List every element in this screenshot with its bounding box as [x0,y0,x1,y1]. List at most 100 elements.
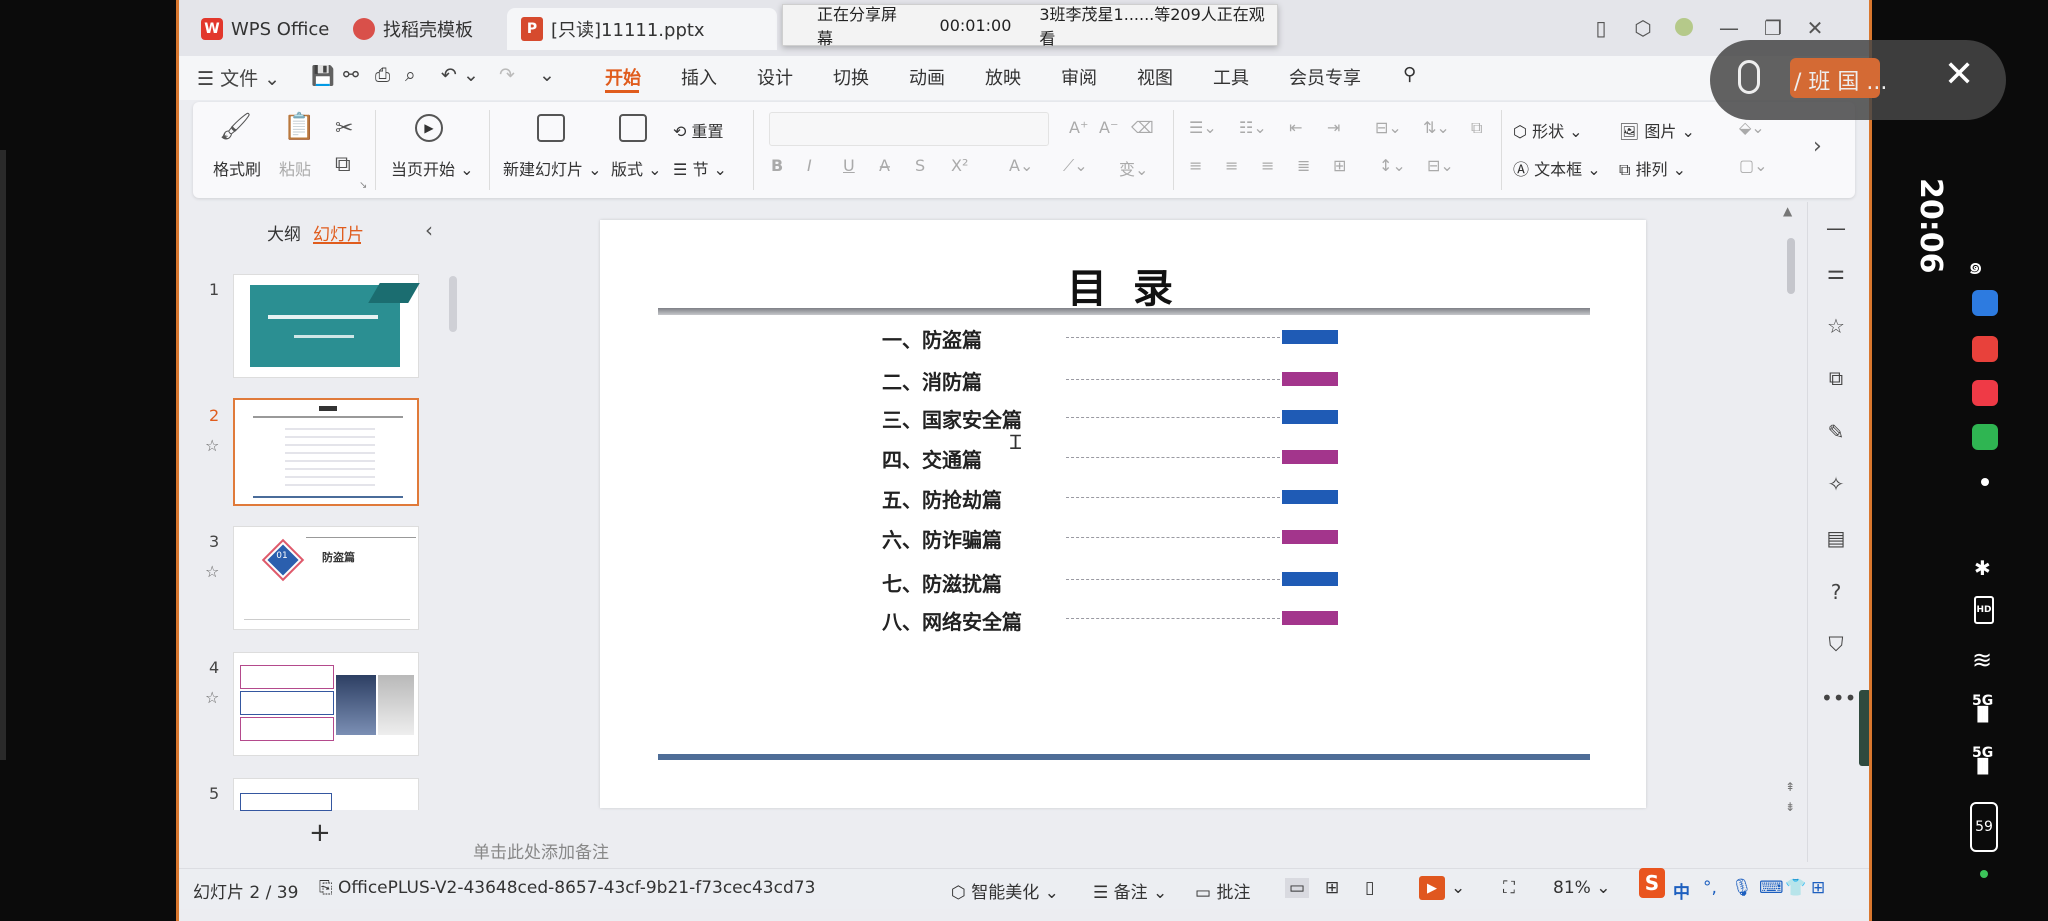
more-quick-access-icon[interactable]: ⌄ [539,64,555,86]
thumbnail-scrollbar[interactable] [449,276,457,332]
menu-item-review[interactable]: 审阅 [1061,64,1097,90]
next-slide-icon[interactable]: ⇟ [1785,800,1795,814]
font-name-select[interactable] [769,112,1049,146]
paragraph-spacing-icon[interactable]: ↕⌄ [1379,156,1406,175]
align-center-icon[interactable]: ≡ [1225,156,1238,175]
menu-item-home[interactable]: 开始 [605,64,641,90]
toolbox-icon[interactable]: ⊞ [1811,878,1825,898]
sogou-ime-icon[interactable]: S [1639,868,1665,898]
slide-thumbnail-4[interactable] [233,652,419,756]
undo-icon[interactable]: ↶ ⌄ [441,64,479,86]
clipboard-launcher-icon[interactable]: ↘ [359,180,367,191]
theme-name[interactable]: ⎘ OfficePLUS-V2-43648ced-8657-43cf-9b21-… [319,878,815,898]
font-color-icon[interactable]: A⌄ [1009,156,1033,175]
italic-icon[interactable]: I [807,156,812,175]
animation-icon[interactable]: ✎ [1821,420,1851,444]
print-preview-icon[interactable]: ⌕ [405,64,416,86]
punctuation-icon[interactable]: °, [1703,878,1717,898]
share-link-icon[interactable]: ⚯ [343,64,359,86]
bold-icon[interactable]: B [771,156,783,175]
collapse-sidebar-icon[interactable]: — [1821,216,1851,240]
reading-view-icon[interactable]: ▯ [1365,878,1374,898]
magic-wand-icon[interactable]: ✧ [1821,472,1851,496]
ribbon-expand-icon[interactable]: › [1813,134,1822,159]
redo-icon[interactable]: ↷ [499,64,515,86]
align-left-icon[interactable]: ≡ [1189,156,1202,175]
reset-button[interactable]: ⟲ 重置 [673,118,724,142]
avatar[interactable] [1675,18,1693,36]
menu-item-design[interactable]: 设计 [757,64,793,90]
side-tab[interactable] [1859,690,1869,766]
align-right-icon[interactable]: ≡ [1261,156,1274,175]
superscript-icon[interactable]: X² [951,156,968,175]
menu-item-view[interactable]: 视图 [1137,64,1173,90]
line-spacing-icon[interactable]: ⇅⌄ [1423,118,1450,137]
cut-icon[interactable]: ✂ [335,116,353,141]
menu-item-insert[interactable]: 插入 [681,64,717,90]
menu-item-transition[interactable]: 切换 [833,64,869,90]
slide-scrollbar[interactable]: ▲ ⇞ ⇟ [1783,204,1797,814]
menu-item-animation[interactable]: 动画 [909,64,945,90]
prev-slide-icon[interactable]: ⇞ [1785,780,1795,794]
slide-sorter-icon[interactable]: ⊞ [1325,878,1339,898]
slide-thumbnail-1[interactable] [233,274,420,378]
skin-icon[interactable]: 👕 [1785,878,1806,898]
play-from-current-button[interactable]: 当页开始 ⌄ [391,156,474,180]
numbering-icon[interactable]: ☷⌄ [1239,118,1267,137]
microphone-icon[interactable]: 🎙 [1731,878,1753,898]
tab-pptx-document[interactable]: P [只读]11111.pptx [507,8,777,50]
picture-button[interactable]: 🖼 图片 ⌄ [1619,118,1695,142]
star-icon[interactable]: ☆ [205,562,219,581]
highlight-icon[interactable]: ⟋⌄ [1063,156,1088,176]
fill-icon[interactable]: ⬙⌄ [1739,118,1765,137]
keyboard-icon[interactable]: ⌨ [1759,878,1784,898]
slideshow-play-icon[interactable]: ▶ [1419,876,1445,900]
shape-button[interactable]: ⬡ 形状 ⌄ [1513,118,1583,142]
shadow-icon[interactable]: S [915,156,925,175]
text-direction-icon[interactable]: ⊟⌄ [1375,118,1402,137]
restore-icon[interactable]: ❐ [1759,14,1787,42]
textbox-button[interactable]: Ⓐ 文本框 ⌄ [1513,156,1601,180]
paste-button[interactable]: 粘贴 [279,156,311,180]
format-painter-button[interactable]: 格式刷 [213,156,261,180]
copy-icon[interactable]: ⧉ [335,152,351,177]
ime-language[interactable]: 中 [1673,878,1690,903]
notes-placeholder[interactable]: 单击此处添加备注 [473,838,609,863]
menu-item-tools[interactable]: 工具 [1213,64,1249,90]
decrease-font-icon[interactable]: A⁻ [1099,118,1118,137]
more-icon[interactable]: ••• [1821,686,1856,710]
slide-thumbnail-2-selected[interactable] [233,398,419,506]
star-icon[interactable]: ☆ [1821,314,1851,338]
notes-button[interactable]: ☰ 备注 ⌄ [1093,878,1167,903]
smart-beautify-button[interactable]: ⬡ 智能美化 ⌄ [951,878,1059,903]
normal-view-icon[interactable]: ▭ [1285,878,1310,898]
section-button[interactable]: ☰ 节 ⌄ [673,156,727,180]
collapse-panel-icon[interactable]: ‹ [425,218,433,242]
slide-thumbnail-3[interactable]: 01 防盗篇 [233,526,419,630]
increase-font-icon[interactable]: A⁺ [1069,118,1088,137]
comments-button[interactable]: ▭ 批注 [1195,878,1250,903]
tab-docer-templates[interactable]: 找稻壳模板 [339,8,487,50]
layout-icon[interactable]: ▯ [1587,14,1615,42]
distributed-icon[interactable]: ⊞ [1333,156,1346,175]
clear-format-icon[interactable]: ⌫ [1131,118,1154,137]
fit-window-icon[interactable]: ⛶ [1503,878,1515,898]
bullets-icon[interactable]: ☰⌄ [1189,118,1217,137]
zoom-level[interactable]: 81% ⌄ [1553,878,1610,898]
book-icon[interactable]: ▤ [1821,526,1851,550]
minimize-icon[interactable]: — [1715,14,1743,42]
comments-icon[interactable]: ⧉ [1821,366,1851,390]
star-icon[interactable]: ☆ [205,688,219,707]
justify-icon[interactable]: ≣ [1297,156,1310,175]
close-icon[interactable]: ✕ [1801,14,1829,42]
slide-thumbnail-5[interactable] [233,778,419,811]
strikethrough-icon[interactable]: A̶ [879,156,890,175]
star-icon[interactable]: ☆ [205,436,219,455]
file-menu[interactable]: ☰ 文件 ⌄ [197,64,280,91]
outline-icon[interactable]: ▢⌄ [1739,156,1768,175]
convert-smartart-icon[interactable]: ⧉ [1471,118,1482,138]
underline-icon[interactable]: U [843,156,855,175]
add-slide-button[interactable]: + [309,818,331,848]
decrease-indent-icon[interactable]: ⇤ [1289,118,1302,137]
scroll-up-icon[interactable]: ▲ [1783,204,1792,218]
